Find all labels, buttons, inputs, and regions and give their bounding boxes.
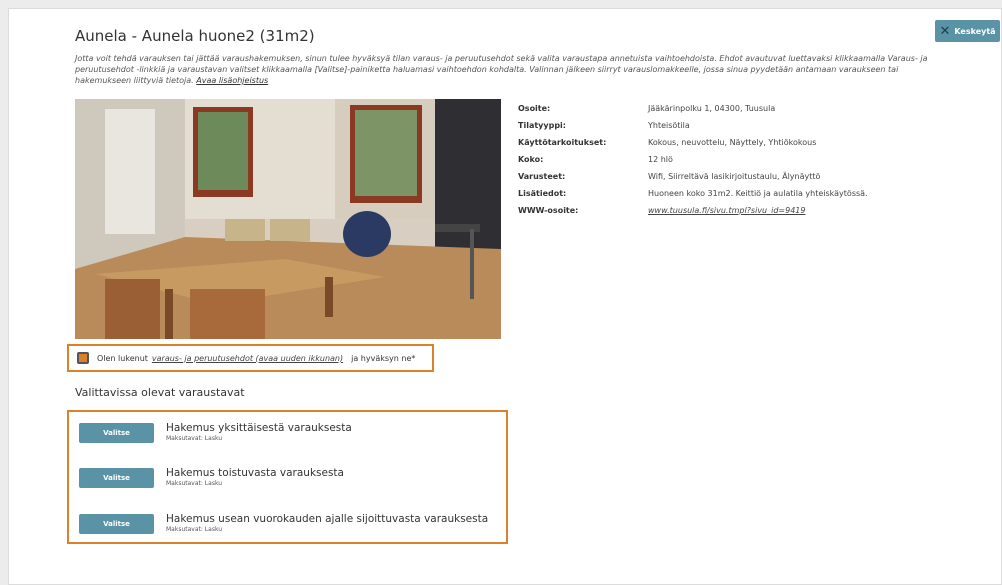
detail-label: WWW-osoite: bbox=[518, 206, 579, 215]
select-button[interactable]: Valitse bbox=[79, 468, 154, 488]
detail-row-www: WWW-osoite: www.tuusula.fi/sivu.tmpl?sivu… bbox=[518, 202, 868, 219]
detail-row-info: Lisätiedot: Huoneen koko 31m2. Keittiö ja… bbox=[518, 185, 868, 202]
option-multi-day: Valitse Hakemus usean vuorokauden ajalle… bbox=[79, 513, 488, 534]
detail-row-address: Osoite: Jääkärinpolku 1, 04300, Tuusula bbox=[518, 100, 868, 117]
detail-value: Kokous, neuvottelu, Näyttely, Yhtiökokou… bbox=[648, 138, 817, 147]
option-payment: Maksutavat: Lasku bbox=[166, 526, 223, 533]
detail-row-size: Koko: 12 hlö bbox=[518, 151, 868, 168]
help-link[interactable]: Avaa lisäohjeistus bbox=[196, 76, 268, 85]
option-payment: Maksutavat: Lasku bbox=[166, 480, 223, 487]
detail-label: Käyttötarkoitukset: bbox=[518, 138, 607, 147]
detail-label: Koko: bbox=[518, 155, 544, 164]
page-title: Aunela - Aunela huone2 (31m2) bbox=[75, 27, 315, 45]
cancel-label: Keskeytä bbox=[954, 26, 996, 36]
terms-prefix: Olen lukenut bbox=[97, 353, 148, 363]
detail-label: Tilatyyppi: bbox=[518, 121, 566, 130]
cancel-button[interactable]: ✕ Keskeytä bbox=[935, 20, 1000, 42]
booking-options: Valitse Hakemus yksittäisestä varauksest… bbox=[67, 410, 508, 544]
select-button[interactable]: Valitse bbox=[79, 514, 154, 534]
options-title: Valittavissa olevat varaustavat bbox=[75, 386, 245, 399]
select-button[interactable]: Valitse bbox=[79, 423, 154, 443]
detail-row-type: Tilatyyppi: Yhteisötila bbox=[518, 117, 868, 134]
terms-checkbox[interactable] bbox=[77, 352, 89, 364]
detail-value: www.tuusula.fi/sivu.tmpl?sivu_id=9419 bbox=[648, 206, 805, 215]
option-single: Valitse Hakemus yksittäisestä varauksest… bbox=[79, 422, 352, 443]
room-details: Osoite: Jääkärinpolku 1, 04300, Tuusula T… bbox=[518, 100, 868, 219]
terms-acceptance: Olen lukenut varaus- ja peruutusehdot (a… bbox=[67, 344, 434, 372]
option-text: Hakemus toistuvasta varauksesta Maksutav… bbox=[166, 467, 344, 488]
detail-value: Wifi, Siirreltävä lasikirjoitustaulu, Äl… bbox=[648, 172, 821, 181]
detail-label: Varusteet: bbox=[518, 172, 566, 181]
terms-suffix: ja hyväksyn ne* bbox=[351, 353, 416, 363]
detail-value: Jääkärinpolku 1, 04300, Tuusula bbox=[648, 104, 776, 113]
room-photo-image bbox=[75, 99, 501, 339]
intro-text: Jotta voit tehdä varauksen tai jättää va… bbox=[75, 53, 935, 86]
option-recurring: Valitse Hakemus toistuvasta varauksesta … bbox=[79, 467, 344, 488]
detail-row-equipment: Varusteet: Wifi, Siirreltävä lasikirjoitu… bbox=[518, 168, 868, 185]
detail-label: Lisätiedot: bbox=[518, 189, 567, 198]
option-text: Hakemus usean vuorokauden ajalle sijoitt… bbox=[166, 513, 488, 534]
detail-row-purposes: Käyttötarkoitukset: Kokous, neuvottelu, N… bbox=[518, 134, 868, 151]
close-icon: ✕ bbox=[939, 23, 951, 39]
www-link[interactable]: www.tuusula.fi/sivu.tmpl?sivu_id=9419 bbox=[648, 206, 805, 215]
terms-link[interactable]: varaus- ja peruutusehdot (avaa uuden ikk… bbox=[152, 354, 343, 363]
option-text: Hakemus yksittäisestä varauksesta Maksut… bbox=[166, 422, 352, 443]
detail-value: Yhteisötila bbox=[648, 121, 690, 130]
detail-label: Osoite: bbox=[518, 104, 551, 113]
option-name: Hakemus toistuvasta varauksesta bbox=[166, 467, 344, 479]
detail-value: 12 hlö bbox=[648, 155, 673, 164]
room-photo bbox=[75, 99, 501, 339]
option-name: Hakemus yksittäisestä varauksesta bbox=[166, 422, 352, 434]
option-payment: Maksutavat: Lasku bbox=[166, 435, 223, 442]
detail-value: Huoneen koko 31m2. Keittiö ja aulatila y… bbox=[648, 189, 868, 198]
option-name: Hakemus usean vuorokauden ajalle sijoitt… bbox=[166, 513, 489, 525]
